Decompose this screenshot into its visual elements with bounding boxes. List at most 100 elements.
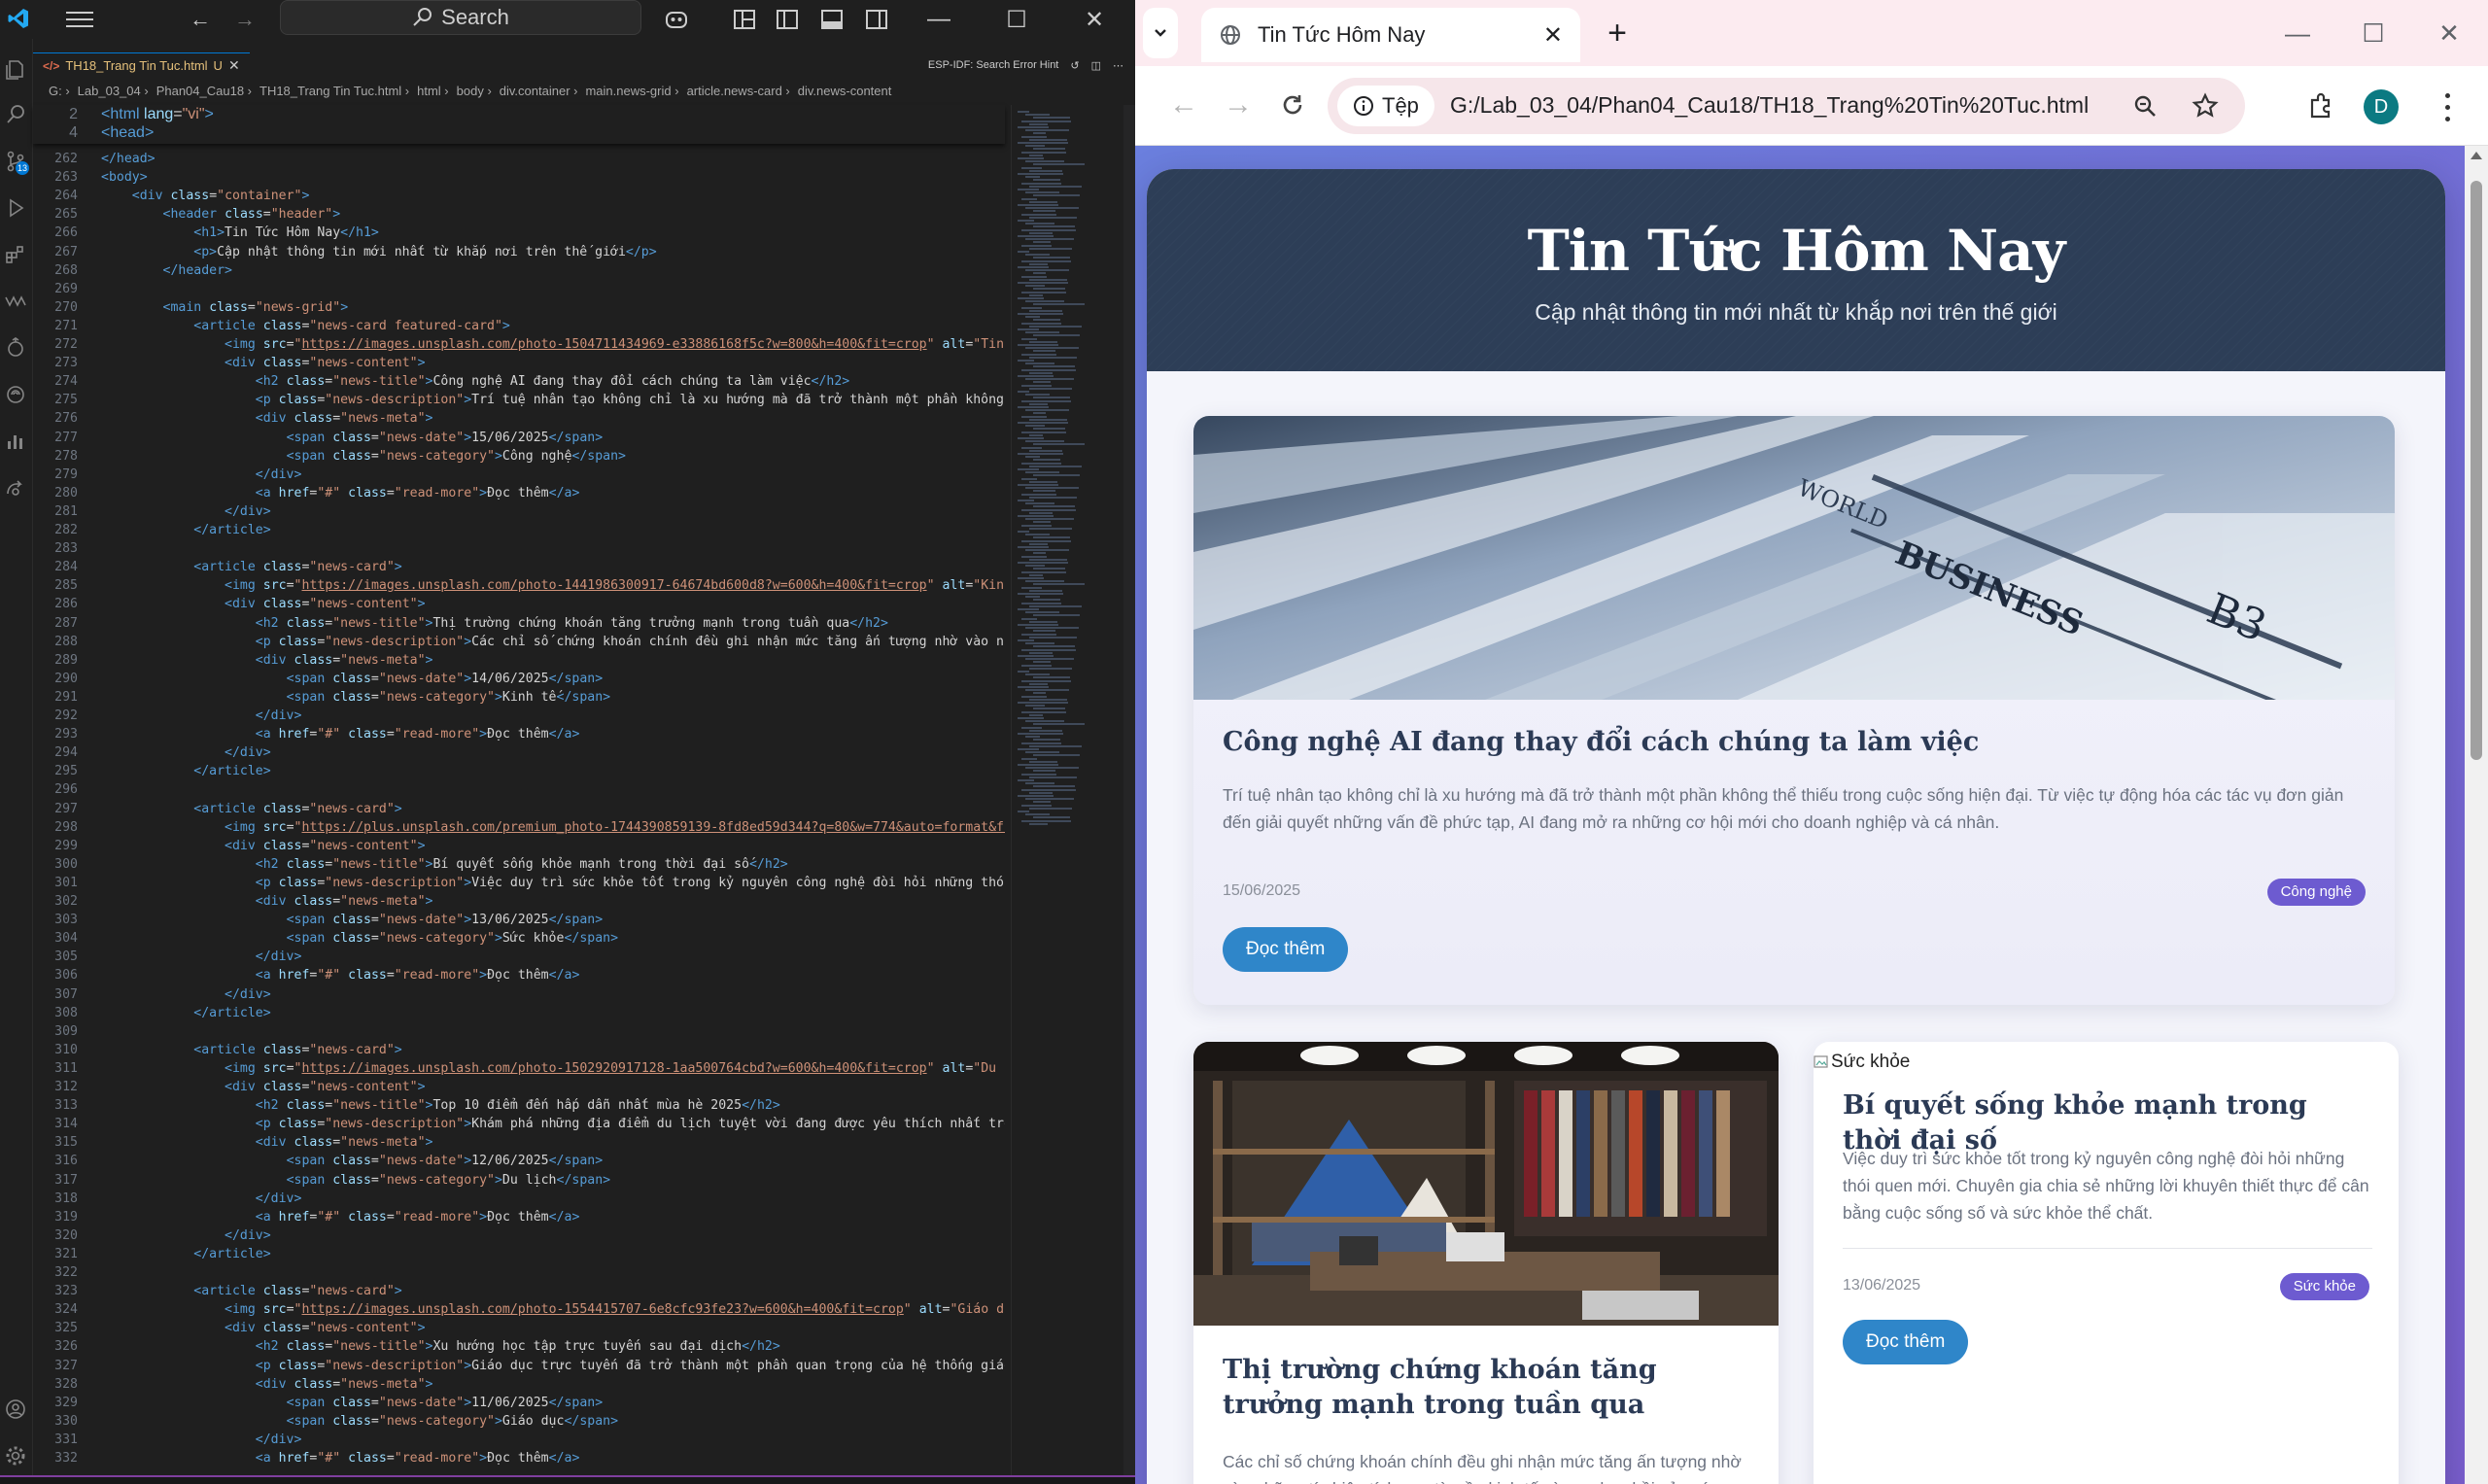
tab-search-chevron-icon[interactable] [1143,8,1178,58]
accounts-icon[interactable] [2,1396,29,1423]
code-line: </div> [225,986,271,1002]
breadcrumb-item[interactable]: TH18_Trang Tin Tuc.html › [259,84,409,98]
code-editor[interactable]: 262 </head> 263 <body> 264 <div class="conta… [33,105,1005,1484]
minimap-line [1029,620,1057,623]
minimap-line [1025,751,1059,754]
close-window-icon[interactable]: ✕ [1055,0,1133,39]
minimize-icon[interactable]: — [2259,10,2336,56]
command-center-search[interactable]: Search [280,0,641,35]
new-tab-button[interactable]: + [1594,12,1641,54]
minimap-line [1029,667,1072,670]
sticky-code-line: <head> [101,124,155,142]
health-read-more-button[interactable]: Đọc thêm [1843,1320,1969,1364]
code-line: <span class="news-date">13/06/2025</span… [286,913,604,928]
extensions-icon[interactable] [2,241,29,268]
page-subtitle: Cập nhật thông tin mới nhất từ khắp nơi … [1535,299,2057,325]
live-share-icon[interactable] [2,474,29,501]
scroll-up-arrow-icon[interactable] [2471,152,2482,159]
compare-icon[interactable]: ↺ [1070,59,1079,72]
profile-avatar[interactable]: D [2364,89,2399,124]
charts-icon[interactable] [2,428,29,455]
minimize-icon[interactable]: — [900,0,978,39]
scrollbar-thumb[interactable] [2471,181,2482,760]
minimap-line [1033,630,1055,633]
esp-idf-hint[interactable]: ESP-IDF: Search Error Hint [928,59,1058,71]
breadcrumb-item[interactable]: main.news-grid › [585,84,678,98]
minimap[interactable] [1011,105,1127,1484]
editor-tab[interactable]: </> TH18_Trang Tin Tuc.html U ✕ [33,52,250,78]
minimap-line [1029,511,1053,514]
breadcrumb-item[interactable]: html › [417,84,449,98]
wave-extension-icon[interactable] [2,288,29,315]
minimap-line [1021,804,1052,807]
extensions-puzzle-icon[interactable] [2298,83,2344,129]
more-actions-icon[interactable]: ⋯ [1113,59,1123,72]
featured-news-card[interactable]: BUSINESS WORLD B3 Công nghệ AI đang thay… [1193,416,2395,1005]
line-number: 4 [69,124,78,142]
minimap-line [1018,671,1029,673]
code-line: <body> [101,170,148,186]
line-number: 302 [54,894,78,909]
news-card-finance[interactable]: Thị trường chứng khoán tăng trưởng mạnh … [1193,1042,1779,1484]
close-tab-icon[interactable]: ✕ [228,57,240,74]
manage-gear-icon[interactable] [2,1442,29,1469]
back-arrow-icon[interactable]: ← [185,6,216,33]
breadcrumb-item[interactable]: div.container › [500,84,578,98]
back-arrow-icon[interactable]: ← [1160,82,1207,128]
finance-title[interactable]: Thị trường chứng khoán tăng trưởng mạnh … [1223,1353,1752,1423]
maximize-icon[interactable]: ☐ [2334,10,2412,56]
toggle-primary-sidebar-icon[interactable] [774,6,801,33]
featured-read-more-button[interactable]: Đọc thêm [1223,927,1349,972]
browser-tab[interactable]: Tin Tức Hôm Nay ✕ [1201,8,1580,62]
toggle-secondary-sidebar-icon[interactable] [863,6,890,33]
minimap-line [1025,409,1069,412]
layout-panels-icon[interactable] [731,6,758,33]
forward-arrow-icon[interactable]: → [1215,82,1261,128]
editor-scrollbar[interactable] [1123,105,1135,1484]
url-text[interactable]: G:/Lab_03_04/Phan04_Cau18/TH18_Trang%20T… [1450,92,2089,119]
close-tab-icon[interactable]: ✕ [1543,21,1563,50]
split-editor-icon[interactable]: ◫ [1091,59,1101,72]
breadcrumb-item[interactable]: body › [457,84,492,98]
explorer-icon[interactable] [2,56,29,84]
breadcrumb-item[interactable]: G: › [49,84,70,98]
news-card-health[interactable]: Sức khỏe Bí quyết sống khỏe mạnh trong t… [1814,1042,2399,1484]
code-line: <a href="#" class="read-more">Đọc thêm</… [255,1209,580,1225]
line-number: 292 [54,708,78,723]
code-line: <span class="news-date">12/06/2025</span… [286,1154,604,1169]
breadcrumb-item[interactable]: article.news-card › [687,84,790,98]
minimap-line [1021,415,1047,418]
page-scrollbar[interactable] [2465,146,2488,1484]
copilot-icon[interactable] [663,6,690,33]
minimap-line [1033,334,1080,337]
breadcrumb-item[interactable]: Phan04_Cau18 › [156,84,252,98]
activity-bar: 13 [0,39,33,1484]
remote-explorer-icon[interactable] [2,381,29,408]
site-info-chip[interactable]: Tệp [1337,86,1434,126]
zoom-icon[interactable] [2128,89,2161,122]
address-bar[interactable]: Tệp G:/Lab_03_04/Phan04_Cau18/TH18_Trang… [1328,78,2245,134]
forward-arrow-icon[interactable]: → [229,6,260,33]
maximize-icon[interactable]: ☐ [978,0,1055,39]
search-icon[interactable] [2,101,29,128]
more-menu-icon[interactable] [2436,89,2459,124]
minimap-line [1033,552,1046,555]
bookmark-star-icon[interactable] [2189,89,2222,122]
minimap-line [1033,148,1065,151]
minimap-line [1029,822,1048,825]
minimap-line [1029,200,1057,203]
breadcrumb-item[interactable]: Lab_03_04 › [78,84,149,98]
toggle-panel-icon[interactable] [818,6,846,33]
minimap-line [1033,459,1060,462]
menu-hamburger-icon[interactable] [62,8,97,31]
featured-title[interactable]: Công nghệ AI đang thay đổi cách chúng ta… [1223,725,2369,760]
minimap-line [1025,534,1050,536]
run-debug-icon[interactable] [2,194,29,222]
minimap-line [1025,300,1064,303]
esp-idf-icon[interactable] [2,334,29,362]
source-control-icon[interactable]: 13 [2,148,29,175]
close-window-icon[interactable]: ✕ [2410,10,2488,56]
minimap-line [1029,154,1043,156]
reload-icon[interactable] [1269,82,1316,128]
breadcrumb-item[interactable]: div.news-content [798,84,892,98]
